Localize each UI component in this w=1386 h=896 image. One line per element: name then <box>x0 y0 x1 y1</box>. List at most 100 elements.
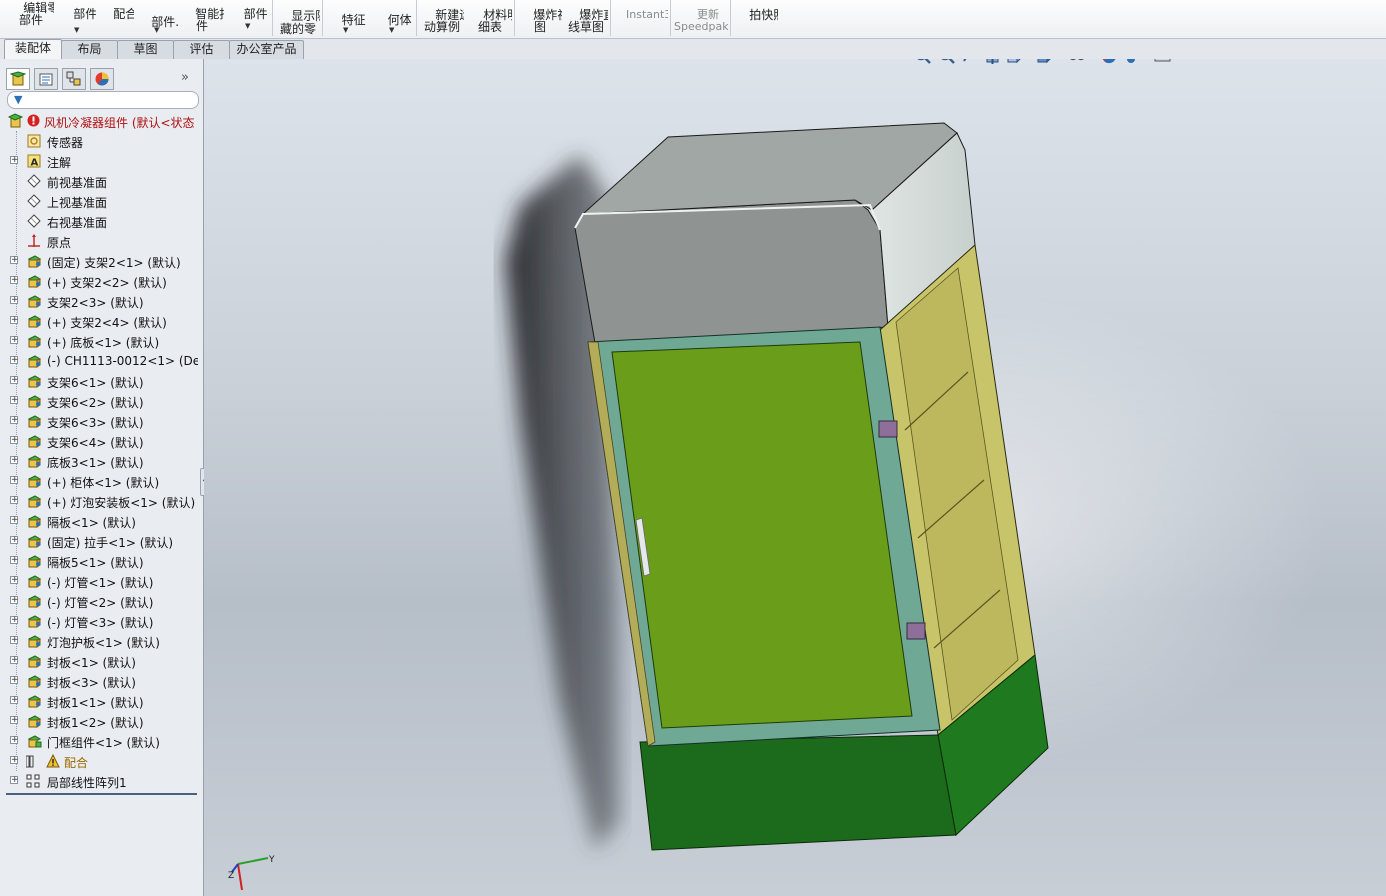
tree-item[interactable]: + 门框组件<1> (默认) <box>6 731 198 751</box>
tree-item[interactable]: + 局部线性阵列1 <box>6 771 198 791</box>
reference-geometry-button[interactable]: 何体 ▼ <box>372 2 412 40</box>
display-manager-tab[interactable] <box>90 68 114 90</box>
tree-item[interactable]: + 封板<3> (默认) <box>6 671 198 691</box>
expand-node-icon[interactable]: + <box>10 756 19 765</box>
tree-item[interactable]: + 配合 <box>6 751 198 771</box>
expand-node-icon[interactable]: + <box>10 456 19 465</box>
expand-node-icon[interactable]: + <box>10 736 19 745</box>
update-speedpak-button[interactable]: 更新 Speedpak <box>674 0 728 35</box>
bill-of-materials-button[interactable]: 材料明 细表 <box>468 0 512 35</box>
tree-item[interactable]: 上视基准面 <box>6 191 198 211</box>
tree-item[interactable]: + 底板3<1> (默认) <box>6 451 198 471</box>
feature-tree-filter[interactable]: ▼ <box>7 91 199 109</box>
tree-item[interactable]: + (-) 灯管<2> (默认) <box>6 591 198 611</box>
expand-node-icon[interactable]: + <box>10 316 19 325</box>
tree-item[interactable]: + 封板<1> (默认) <box>6 651 198 671</box>
property-manager-tab[interactable] <box>34 68 58 90</box>
expand-node-icon[interactable]: + <box>10 376 19 385</box>
expand-node-icon[interactable]: + <box>10 576 19 585</box>
tab-layout[interactable]: 布局 <box>61 40 118 59</box>
tree-item[interactable]: 传感器 <box>6 131 198 151</box>
expand-node-icon[interactable]: + <box>10 436 19 445</box>
expand-node-icon[interactable]: + <box>10 416 19 425</box>
tree-item-label: 支架2<3> (默认) <box>47 296 144 310</box>
tree-root-assembly[interactable]: 风机冷凝器组件 (默认<状态 <box>6 111 198 131</box>
mate-button[interactable]: 配合 <box>98 0 134 34</box>
tree-item[interactable]: + 支架6<2> (默认) <box>6 391 198 411</box>
smart-fasteners-button[interactable]: 智能扣 件 <box>180 0 224 34</box>
expand-node-icon[interactable]: + <box>10 356 19 365</box>
tree-item[interactable]: + 支架6<4> (默认) <box>6 431 198 451</box>
dropdown-arrow-icon[interactable]: ▼ <box>74 24 79 34</box>
tree-item[interactable]: + 隔板5<1> (默认) <box>6 551 198 571</box>
tab-office-products[interactable]: 办公室产品 <box>229 40 304 59</box>
expand-node-icon[interactable]: + <box>10 496 19 505</box>
tree-item[interactable]: + (-) CH1113-0012<1> (Defa <box>6 351 198 371</box>
tree-item[interactable]: 右视基准面 <box>6 211 198 231</box>
expand-node-icon[interactable]: + <box>10 396 19 405</box>
expand-node-icon[interactable]: + <box>10 676 19 685</box>
dropdown-arrow-icon[interactable]: ▼ <box>245 20 250 32</box>
tree-item[interactable]: + 封板1<2> (默认) <box>6 711 198 731</box>
tab-assembly[interactable]: 装配体 <box>4 39 62 60</box>
tab-evaluate[interactable]: 评估 <box>173 40 230 59</box>
dropdown-arrow-icon[interactable]: ▼ <box>389 24 394 36</box>
tree-item[interactable]: + 支架6<1> (默认) <box>6 371 198 391</box>
tree-item[interactable]: + (+) 支架2<4> (默认) <box>6 311 198 331</box>
tree-item[interactable]: + A 注解 <box>6 151 198 171</box>
show-hidden-components-button[interactable]: 显示隐 藏的零 部件 <box>276 0 320 36</box>
feature-manager-tab[interactable] <box>6 68 30 90</box>
expand-node-icon[interactable]: + <box>10 636 19 645</box>
tree-item[interactable]: + (+) 柜体<1> (默认) <box>6 471 198 491</box>
new-motion-study-button[interactable]: 新建运 动算例 <box>420 0 464 35</box>
part-icon <box>27 475 42 488</box>
tree-item[interactable]: + (+) 支架2<2> (默认) <box>6 271 198 291</box>
expand-node-icon[interactable]: + <box>10 656 19 665</box>
tree-item[interactable]: + (固定) 支架2<1> (默认) <box>6 251 198 271</box>
tree-item[interactable]: + (+) 底板<1> (默认) <box>6 331 198 351</box>
plane-icon <box>27 214 41 228</box>
expand-node-icon[interactable]: + <box>10 616 19 625</box>
tree-item[interactable]: 原点 <box>6 231 198 251</box>
expand-node-icon[interactable]: + <box>10 696 19 705</box>
exploded-view-button[interactable]: 爆炸视 图 <box>518 0 562 35</box>
expand-node-icon[interactable]: + <box>10 256 19 265</box>
tree-item[interactable]: 前视基准面 <box>6 171 198 191</box>
tree-item[interactable]: + (-) 灯管<1> (默认) <box>6 571 198 591</box>
explode-line-sketch-button[interactable]: 爆炸直 线草图 <box>564 0 608 35</box>
expand-node-icon[interactable]: + <box>10 596 19 605</box>
expand-node-icon[interactable]: + <box>10 156 19 165</box>
expand-node-icon[interactable]: + <box>10 716 19 725</box>
component-pattern-button[interactable]: 部件...▼ <box>136 4 178 42</box>
expand-node-icon[interactable]: + <box>10 516 19 525</box>
expand-node-icon[interactable]: + <box>10 476 19 485</box>
tree-item[interactable]: + (+) 灯泡安装板<1> (默认) <box>6 491 198 511</box>
move-component-button[interactable]: 部件 ▼ <box>228 0 268 34</box>
expand-node-icon[interactable]: + <box>10 776 19 785</box>
assembly-model[interactable] <box>204 59 1386 896</box>
expand-node-icon[interactable]: + <box>10 296 19 305</box>
edit-component-button[interactable]: 编辑零 部件 <box>8 0 54 28</box>
expand-node-icon[interactable]: + <box>10 276 19 285</box>
tree-item[interactable]: + 封板1<1> (默认) <box>6 691 198 711</box>
expand-node-icon[interactable]: + <box>10 336 19 345</box>
insert-component-button[interactable]: 部件 ▼ <box>58 0 96 34</box>
tree-item[interactable]: + (固定) 拉手<1> (默认) <box>6 531 198 551</box>
dropdown-arrow-icon[interactable]: ▼ <box>154 24 159 36</box>
assembly-features-button[interactable]: 特征 ▼ <box>326 2 366 40</box>
expand-panel-icon[interactable]: » <box>181 70 189 85</box>
tree-item[interactable]: + 隔板<1> (默认) <box>6 511 198 531</box>
tree-item[interactable]: + (-) 灯管<3> (默认) <box>6 611 198 631</box>
tree-item[interactable]: + 支架6<3> (默认) <box>6 411 198 431</box>
tree-item[interactable]: + 灯泡护板<1> (默认) <box>6 631 198 651</box>
dropdown-arrow-icon[interactable]: ▼ <box>343 24 348 36</box>
expand-node-icon[interactable]: + <box>10 536 19 545</box>
take-snapshot-button[interactable]: 拍快照 <box>734 0 778 35</box>
instant3d-button[interactable]: Instant3D <box>612 0 668 35</box>
configuration-manager-tab[interactable] <box>62 68 86 90</box>
expand-node-icon[interactable]: + <box>10 556 19 565</box>
graphics-area[interactable]: ▼ ▼ ▼ ▼ ▼ <box>204 59 1386 896</box>
separator <box>730 0 731 36</box>
tab-sketch[interactable]: 草图 <box>117 40 174 59</box>
tree-item[interactable]: + 支架2<3> (默认) <box>6 291 198 311</box>
